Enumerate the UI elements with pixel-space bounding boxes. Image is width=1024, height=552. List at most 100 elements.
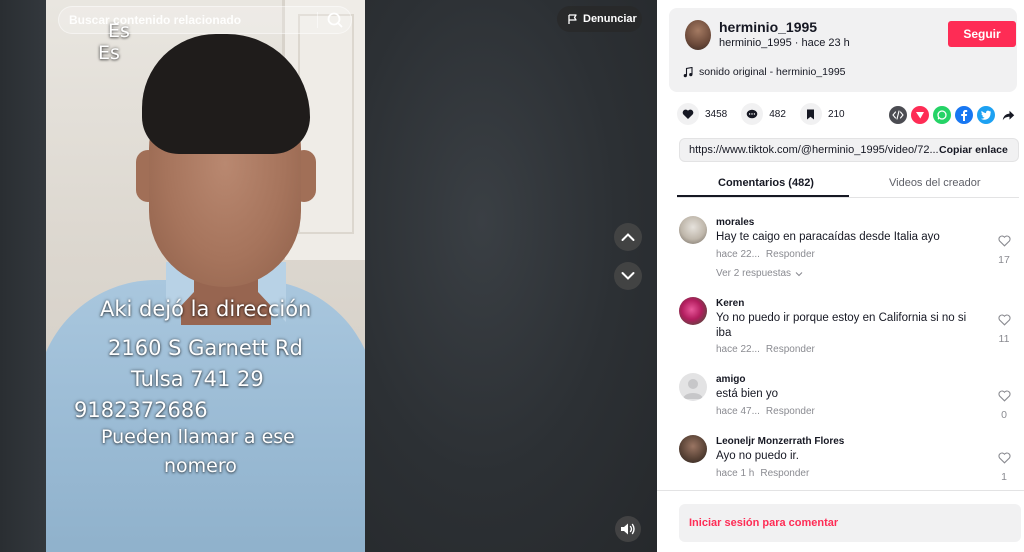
details-panel: herminio_1995 herminio_1995 · hace 23 h Se…: [657, 0, 1024, 552]
like-action[interactable]: 3458: [677, 103, 727, 125]
comment-meta: hace 22... Responder: [716, 344, 821, 355]
active-tab-indicator: [677, 195, 849, 197]
login-to-comment-box[interactable]: Iniciar sesión para comentar: [679, 504, 1021, 542]
volume-button[interactable]: [615, 516, 641, 542]
comment-action[interactable]: 482: [741, 103, 786, 125]
send-to-friends-button[interactable]: [911, 106, 929, 124]
comment-username[interactable]: Leoneljr Monzerrath Flores: [716, 436, 844, 447]
login-to-comment-link[interactable]: Iniciar sesión para comentar: [689, 517, 838, 529]
music-note-icon: [683, 66, 693, 77]
flag-icon: [568, 13, 577, 24]
comment-time: hace 22...: [716, 249, 760, 260]
chevron-down-icon: [795, 271, 803, 276]
comment-like-count: 11: [998, 333, 1010, 345]
share-arrow-red-icon: [916, 112, 924, 119]
comment-text: está bien yo: [716, 388, 779, 400]
author-avatar[interactable]: [685, 20, 711, 50]
save-count: 210: [827, 108, 845, 120]
whatsapp-icon: [937, 110, 947, 120]
reply-button[interactable]: Responder: [760, 468, 809, 479]
previous-video-button[interactable]: [614, 223, 642, 251]
avatar[interactable]: [679, 216, 707, 244]
search-button[interactable]: [324, 10, 346, 30]
share-bar: [889, 106, 1017, 124]
tab-creator-videos[interactable]: Videos del creador: [889, 177, 981, 189]
caption-line-6: nomero: [164, 455, 237, 477]
author-separator: ·: [794, 37, 799, 49]
report-label: Denunciar: [583, 13, 637, 25]
comment-like[interactable]: 11: [995, 313, 1013, 345]
search-divider: [317, 12, 318, 28]
caption-line-5: Pueden llamar a ese: [101, 426, 295, 448]
search-input[interactable]: [69, 7, 309, 33]
comment-like-count: 1: [1001, 471, 1007, 483]
caption-line-3: Tulsa 741 29: [131, 367, 264, 391]
heart-icon: [682, 109, 694, 119]
like-button[interactable]: [677, 103, 699, 125]
tab-comments[interactable]: Comentarios (482): [718, 177, 814, 189]
reply-button[interactable]: Responder: [766, 249, 815, 260]
default-avatar-icon: [683, 379, 703, 399]
comment-meta: hace 1 h Responder: [716, 468, 815, 479]
save-button[interactable]: [799, 103, 822, 125]
embed-icon: [892, 110, 904, 120]
copy-link-button[interactable]: Copiar enlace: [939, 144, 1008, 156]
background-blur-left: [0, 0, 46, 552]
comment-like[interactable]: 17: [995, 234, 1013, 266]
comment-item: amigo está bien yo hace 47... Responder 0: [679, 371, 1019, 421]
caption-es-2: Es: [98, 42, 120, 64]
comment-text: Hay te caigo en paracaídas desde Italia …: [716, 231, 940, 243]
reply-button[interactable]: Responder: [766, 406, 815, 417]
comment-list: morales Hay te caigo en paracaídas desde…: [657, 206, 1024, 490]
avatar[interactable]: [679, 435, 707, 463]
save-action[interactable]: 210: [799, 103, 845, 125]
comment-username[interactable]: Keren: [716, 298, 744, 309]
search-icon: [327, 12, 343, 28]
comment-item: Leoneljr Monzerrath Flores Ayo no puedo …: [679, 433, 1019, 483]
facebook-share-button[interactable]: [955, 106, 973, 124]
panel-tabs: Comentarios (482) Videos del creador: [677, 170, 1019, 198]
avatar[interactable]: [679, 373, 707, 401]
whatsapp-share-button[interactable]: [933, 106, 951, 124]
comment-username[interactable]: morales: [716, 217, 754, 228]
heart-outline-icon: [997, 314, 1011, 326]
music-label: sonido original - herminio_1995: [699, 66, 846, 78]
reply-button[interactable]: Responder: [766, 344, 815, 355]
twitter-icon: [981, 110, 991, 120]
comment-like[interactable]: 1: [995, 451, 1013, 483]
comment-button[interactable]: [741, 103, 764, 125]
heart-outline-icon: [997, 390, 1011, 402]
comment-item: morales Hay te caigo en paracaídas desde…: [679, 214, 1019, 286]
avatar[interactable]: [679, 297, 707, 325]
author-username[interactable]: herminio_1995: [719, 19, 817, 35]
next-video-button[interactable]: [614, 262, 642, 290]
action-bar: 3458 482 210: [677, 103, 859, 125]
chevron-up-icon: [621, 233, 635, 241]
comment-count: 482: [769, 108, 786, 120]
twitter-share-button[interactable]: [977, 106, 995, 124]
follow-button[interactable]: Seguir: [948, 21, 1016, 47]
comment-meta: hace 47... Responder: [716, 406, 821, 417]
heart-outline-icon: [997, 452, 1011, 464]
comment-input-divider: [657, 490, 1024, 491]
video-link-box: https://www.tiktok.com/@herminio_1995/vi…: [679, 138, 1019, 162]
video-stage: Es Es Aki dejó la dirección 2160 S Garne…: [0, 0, 657, 552]
video-link-url[interactable]: https://www.tiktok.com/@herminio_1995/vi…: [689, 144, 939, 156]
author-card: herminio_1995 herminio_1995 · hace 23 h Se…: [669, 8, 1017, 92]
view-replies-button[interactable]: Ver 2 respuestas: [716, 268, 803, 279]
report-button[interactable]: Denunciar: [557, 6, 642, 32]
caption-line-4: 9182372686: [74, 398, 208, 422]
music-link[interactable]: sonido original - herminio_1995: [683, 66, 846, 78]
embed-button[interactable]: [889, 106, 907, 124]
comment-like[interactable]: 0: [995, 389, 1013, 421]
comment-text: Ayo no puedo ir.: [716, 450, 799, 462]
volume-icon: [621, 523, 635, 535]
comment-item: Keren Yo no puedo ir porque estoy en Cal…: [679, 295, 1019, 359]
caption-line-1: Aki dejó la dirección: [100, 297, 312, 321]
heart-outline-icon: [997, 235, 1011, 247]
chevron-down-icon: [621, 272, 635, 280]
more-share-button[interactable]: [999, 106, 1017, 124]
author-handle: herminio_1995: [719, 37, 792, 49]
comment-username[interactable]: amigo: [716, 374, 745, 385]
bookmark-icon: [807, 109, 815, 119]
